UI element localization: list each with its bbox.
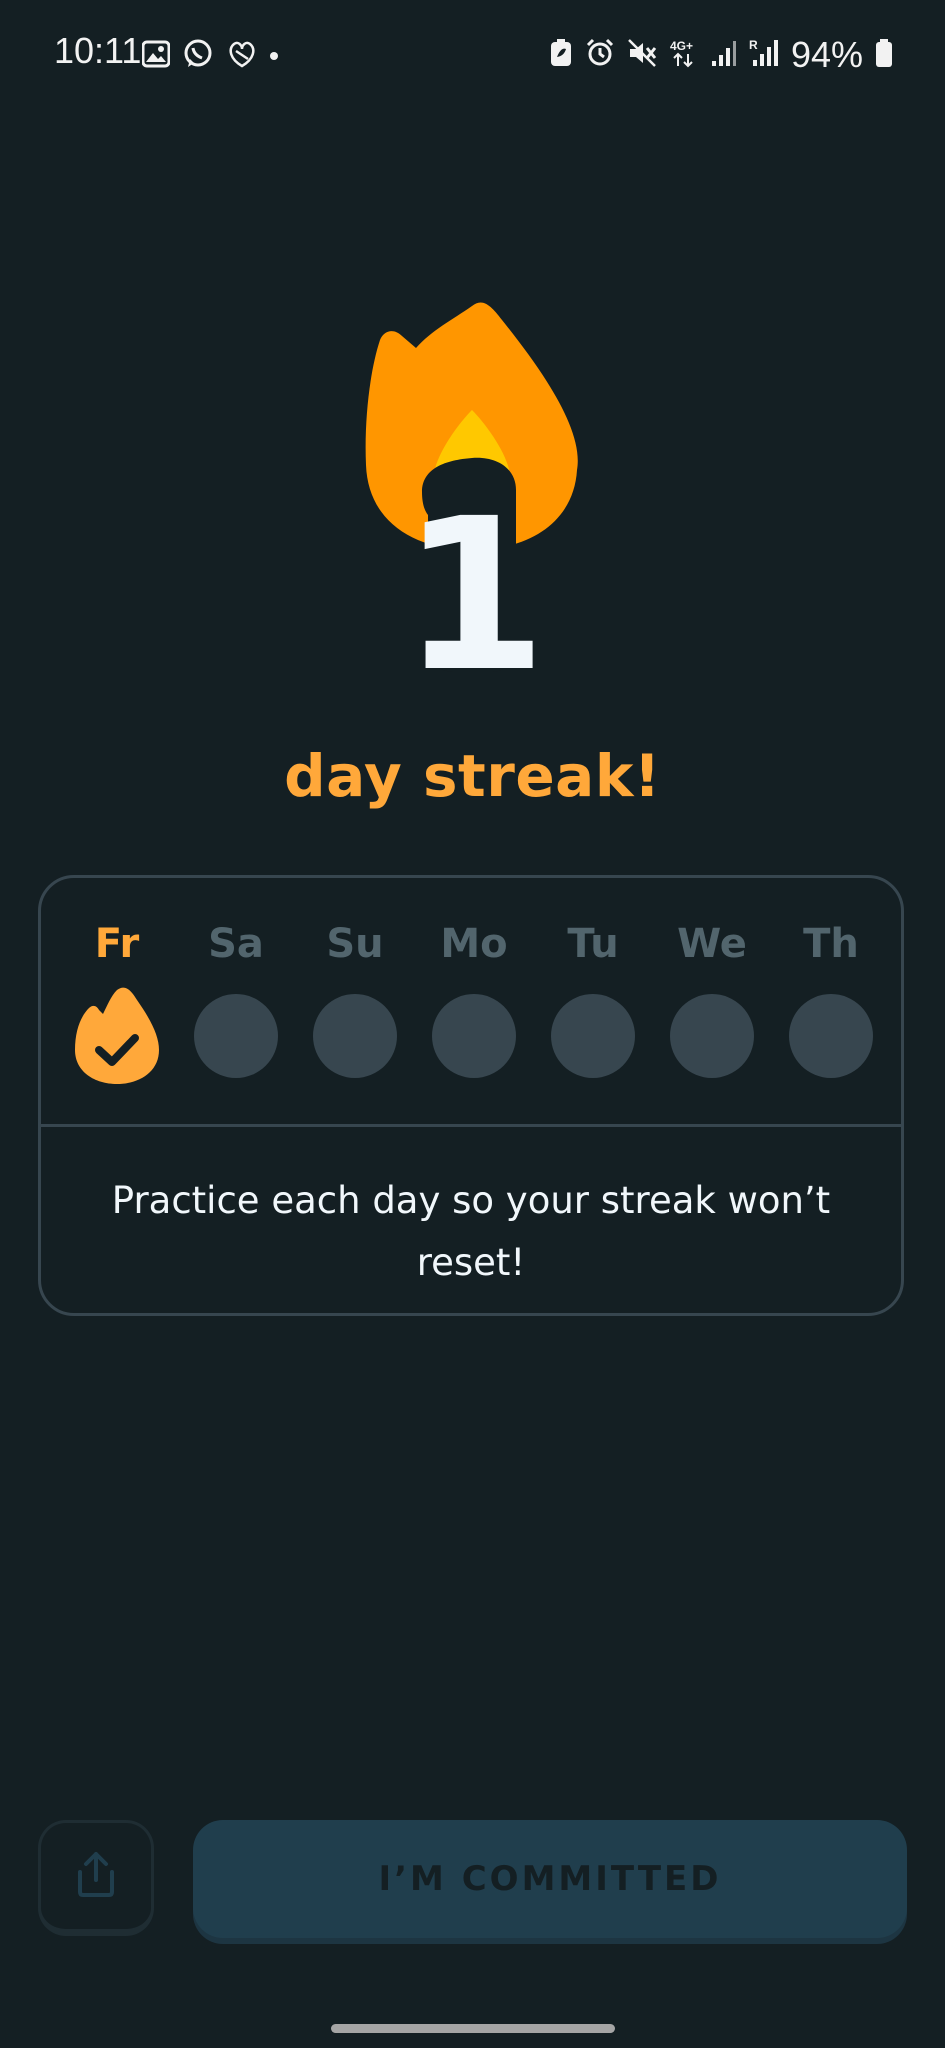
day-circle	[670, 994, 754, 1078]
mute-icon	[627, 38, 657, 72]
day-circle	[313, 994, 397, 1078]
streak-title: day streak!	[284, 742, 661, 810]
week-streak-card: Fr Sa Su Mo Tu We Th Practice each day s…	[38, 875, 904, 1316]
day-saturday: Sa	[186, 916, 286, 1078]
status-notification-icons	[141, 38, 278, 74]
day-thursday: Th	[781, 916, 881, 1078]
day-monday: Mo	[424, 916, 524, 1078]
day-label: Th	[803, 921, 859, 967]
gallery-icon	[141, 40, 171, 72]
day-sunday: Su	[305, 916, 405, 1078]
day-circle	[194, 994, 278, 1078]
day-tuesday: Tu	[543, 916, 643, 1078]
day-circle	[432, 994, 516, 1078]
signal-icon	[711, 39, 737, 71]
day-wednesday: We	[662, 916, 762, 1078]
commit-button-label: I’M COMMITTED	[378, 1859, 722, 1899]
week-days: Fr Sa Su Mo Tu We Th	[41, 878, 901, 1128]
day-label: Sa	[208, 921, 264, 967]
day-label: Tu	[567, 921, 619, 967]
streak-message: Practice each day so your streak won’t r…	[111, 1179, 831, 1284]
streak-hero: 1	[0, 300, 945, 680]
flame-icon: 1	[365, 302, 578, 680]
share-button[interactable]	[38, 1820, 154, 1936]
svg-text:R: R	[749, 38, 758, 52]
day-friday: Fr	[67, 916, 167, 1086]
day-label: Mo	[440, 921, 508, 967]
battery-saver-icon	[549, 38, 573, 72]
status-system-icons: 4G+ R 94%	[549, 34, 893, 76]
status-time: 10:11	[54, 30, 142, 71]
signal-roaming-icon: R	[749, 38, 779, 72]
svg-text:4G+: 4G+	[670, 39, 693, 53]
day-circle	[551, 994, 635, 1078]
whatsapp-icon	[182, 38, 214, 74]
alarm-icon	[585, 38, 615, 72]
4g-icon: 4G+	[669, 38, 699, 72]
battery-icon	[875, 38, 893, 72]
home-indicator[interactable]	[331, 2024, 615, 2033]
day-label: Fr	[94, 921, 140, 967]
im-committed-button[interactable]: I’M COMMITTED	[193, 1820, 907, 1938]
streak-number: 1	[401, 473, 547, 680]
day-label: We	[677, 921, 747, 967]
status-bar: 10:11 4G+ R 94%	[0, 0, 945, 110]
card-divider	[41, 1124, 901, 1127]
day-label: Su	[326, 921, 384, 967]
battery-percent: 94%	[790, 34, 863, 75]
app-icon	[226, 39, 258, 73]
day-circle	[789, 994, 873, 1078]
share-icon	[74, 1850, 118, 1902]
notification-dot	[270, 52, 278, 60]
completed-flame-icon	[67, 980, 167, 1086]
